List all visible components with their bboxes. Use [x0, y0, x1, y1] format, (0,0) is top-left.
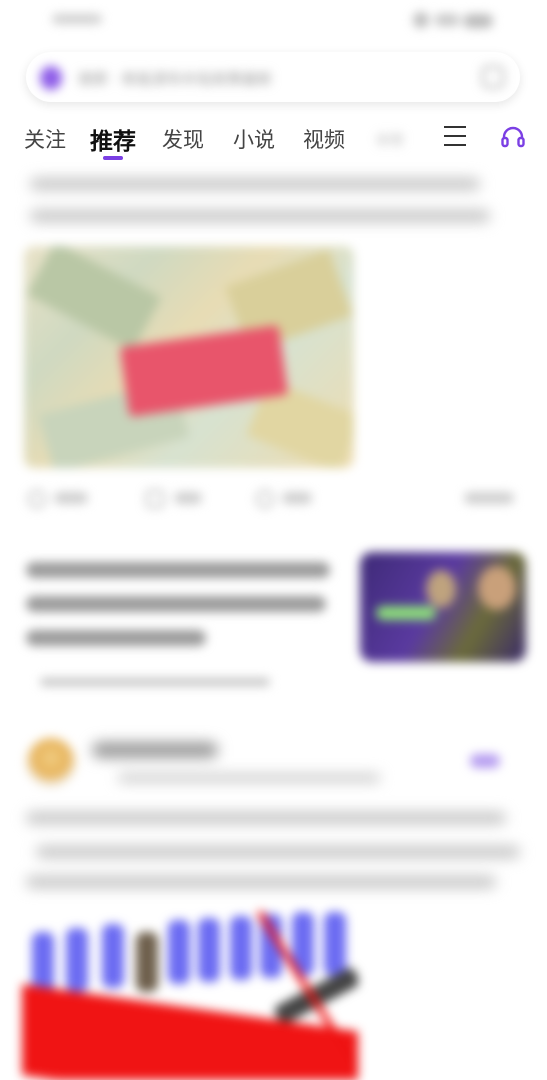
battery-icon	[463, 14, 493, 28]
search-bar[interactable]: 搜索 · 新能源车补贴政策最新	[26, 52, 520, 102]
article-meta	[40, 678, 270, 686]
tab-sports[interactable]: 体育	[376, 130, 404, 150]
article-text-line	[30, 178, 480, 190]
channel-tabs: 关注 推荐 发现 小说 视频 体育	[0, 118, 547, 164]
signal-icon	[435, 14, 459, 26]
post-text-line	[26, 876, 496, 888]
post-meta	[118, 774, 380, 782]
article-text-line	[30, 210, 490, 222]
like-icon[interactable]	[256, 490, 274, 508]
wifi-icon	[413, 12, 429, 28]
like-count	[282, 492, 312, 504]
article-title-line	[26, 630, 206, 646]
post-image[interactable]	[22, 906, 358, 1080]
active-tab-indicator	[103, 156, 123, 160]
article-thumbnail[interactable]	[360, 552, 526, 662]
comment-icon[interactable]	[146, 490, 164, 508]
tab-follow[interactable]: 关注	[24, 124, 66, 154]
search-icon	[40, 66, 62, 90]
article-image[interactable]	[24, 246, 354, 468]
article-title-line	[26, 562, 330, 578]
author-name	[92, 742, 218, 758]
scan-icon[interactable]	[482, 66, 504, 88]
post-text-line	[26, 812, 506, 824]
avatar[interactable]	[26, 738, 76, 788]
tab-novel[interactable]: 小说	[233, 124, 275, 154]
tab-video[interactable]: 视频	[303, 124, 345, 154]
tab-discover[interactable]: 发现	[162, 124, 204, 154]
search-placeholder: 搜索 · 新能源车补贴政策最新	[78, 70, 273, 88]
follow-button[interactable]	[470, 754, 500, 768]
status-time	[52, 14, 102, 24]
share-icon[interactable]	[28, 490, 46, 508]
post-text-line	[36, 846, 520, 858]
comment-count	[174, 492, 202, 504]
headphones-icon[interactable]	[500, 124, 526, 150]
article-stats	[24, 486, 520, 512]
status-bar	[0, 10, 547, 32]
share-count	[54, 492, 88, 504]
article-title-line	[26, 596, 326, 612]
more-options[interactable]	[464, 492, 514, 504]
menu-icon[interactable]	[444, 126, 466, 146]
tab-recommend[interactable]: 推荐	[90, 122, 136, 156]
